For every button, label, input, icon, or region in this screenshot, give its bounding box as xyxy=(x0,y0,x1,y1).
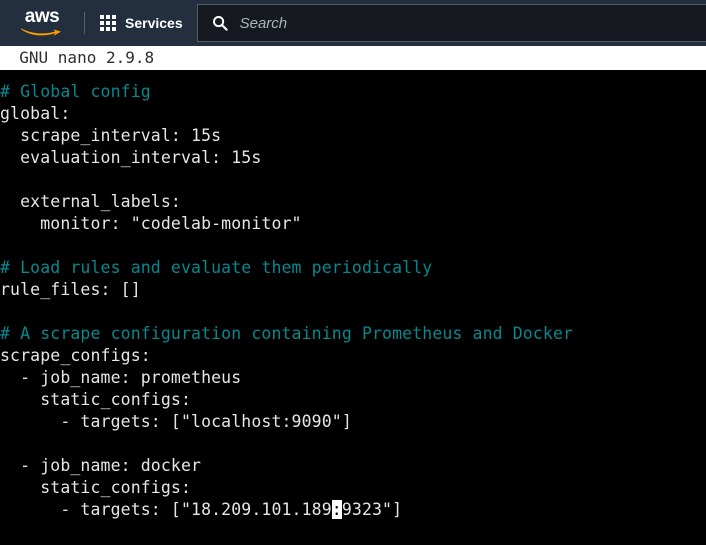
nano-text-segment: scrape_configs: xyxy=(0,346,151,365)
nano-line[interactable] xyxy=(0,235,706,257)
nano-line[interactable] xyxy=(0,301,706,323)
nano-line[interactable] xyxy=(0,169,706,191)
nano-line[interactable]: - job_name: docker xyxy=(0,455,706,477)
nano-text-segment: rule_files: [] xyxy=(0,280,141,299)
nano-editor-content[interactable]: # Global config global: scrape_interval: … xyxy=(0,70,706,521)
nano-text-segment: scrape_interval: 15s xyxy=(0,126,222,145)
nano-text-segment: # Global config xyxy=(0,82,151,101)
nano-line[interactable]: # A scrape configuration containing Prom… xyxy=(0,323,706,345)
nano-line[interactable]: scrape_configs: xyxy=(0,345,706,367)
aws-logo: aws xyxy=(16,6,68,38)
nano-line[interactable]: static_configs: xyxy=(0,477,706,499)
nano-line[interactable]: static_configs: xyxy=(0,389,706,411)
services-menu-button[interactable]: Services xyxy=(85,0,197,46)
nano-text-segment: global: xyxy=(0,104,71,123)
search-placeholder: Search xyxy=(239,14,288,32)
nano-text-segment: - job_name: docker xyxy=(0,456,202,475)
nano-text-segment: static_configs: xyxy=(0,478,192,497)
nano-text-segment: evaluation_interval: 15s xyxy=(0,148,262,167)
nano-text-segment: # Load rules and evaluate them periodica… xyxy=(0,258,433,277)
nano-line[interactable]: - targets: ["18.209.101.189:9323"] xyxy=(0,499,706,521)
nano-line[interactable]: global: xyxy=(0,103,706,125)
nano-line[interactable]: rule_files: [] xyxy=(0,279,706,301)
nano-text-segment: - targets: ["18.209.101.189 xyxy=(0,500,332,519)
search-icon xyxy=(212,16,228,31)
text-cursor: : xyxy=(331,500,342,519)
aws-console-header: aws Services Search xyxy=(0,0,706,46)
nano-text-segment: monitor: "codelab-monitor" xyxy=(0,214,302,233)
nano-line[interactable]: - job_name: prometheus xyxy=(0,367,706,389)
nano-text-segment: external_labels: xyxy=(0,192,181,211)
terminal-window[interactable]: GNU nano 2.9.8 # Global config global: sc… xyxy=(0,46,706,545)
aws-logo-text: aws xyxy=(24,6,60,27)
nano-text-segment: - job_name: prometheus xyxy=(0,368,242,387)
nano-line[interactable]: monitor: "codelab-monitor" xyxy=(0,213,706,235)
nano-title-bar: GNU nano 2.9.8 xyxy=(0,46,706,70)
nano-line[interactable]: external_labels: xyxy=(0,191,706,213)
search-input[interactable]: Search xyxy=(196,4,706,42)
nano-line[interactable]: scrape_interval: 15s xyxy=(0,125,706,147)
app-grid-icon xyxy=(100,15,116,31)
nano-text-segment: - targets: ["localhost:9090"] xyxy=(0,412,352,431)
nano-line[interactable]: # Global config xyxy=(0,81,706,103)
aws-smile-arrow-icon xyxy=(21,28,61,36)
nano-line[interactable]: evaluation_interval: 15s xyxy=(0,147,706,169)
nano-text-segment: static_configs: xyxy=(0,390,192,409)
nano-text-segment: 9323"] xyxy=(341,500,403,519)
nano-line[interactable]: # Load rules and evaluate them periodica… xyxy=(0,257,706,279)
aws-logo-link[interactable]: aws xyxy=(0,0,84,46)
nano-line[interactable] xyxy=(0,433,706,455)
nano-line[interactable]: - targets: ["localhost:9090"] xyxy=(0,411,706,433)
nano-text-segment: # A scrape configuration containing Prom… xyxy=(0,324,574,343)
services-menu-label: Services xyxy=(125,15,183,31)
